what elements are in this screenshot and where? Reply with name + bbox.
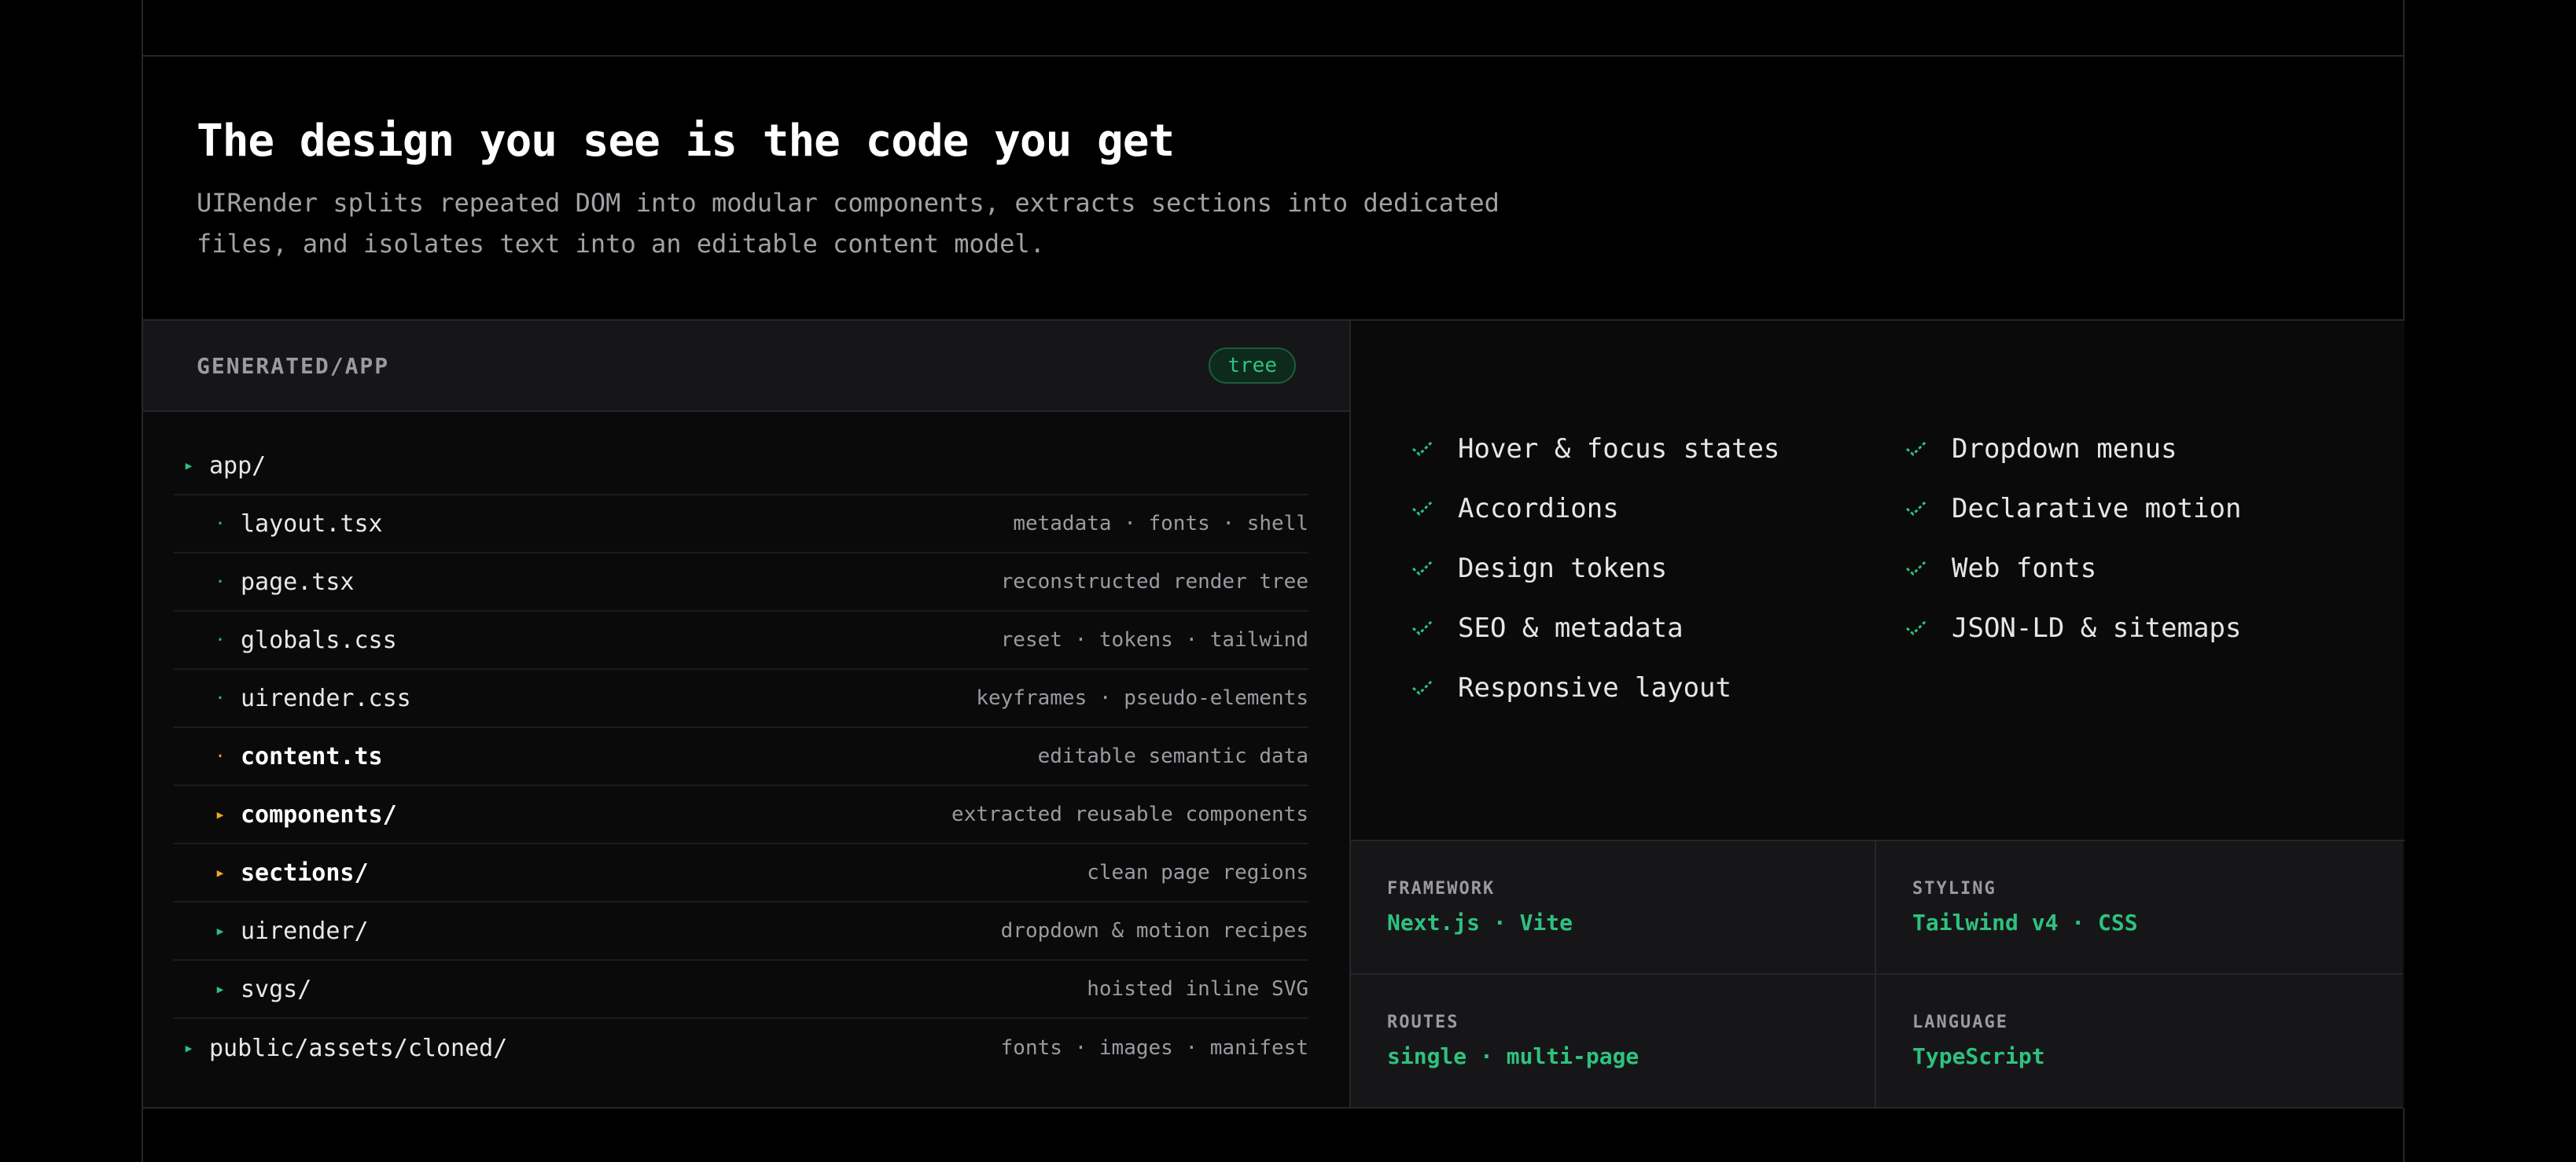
- feature-item: Accordions: [1411, 491, 1904, 527]
- feature-item: Web fonts: [1904, 550, 2345, 587]
- tree-row-description: clean page regions: [1087, 861, 1308, 884]
- tree-row-description: extracted reusable components: [951, 803, 1308, 826]
- feature-item: Dropdown menus: [1904, 431, 2345, 467]
- tree-row-description: dropdown & motion recipes: [1000, 919, 1308, 943]
- spec-cell-framework: FRAMEWORK Next.js · Vite: [1351, 841, 1876, 975]
- spec-key: LANGUAGE: [1912, 1013, 2008, 1032]
- file-dot-icon: ·: [215, 513, 226, 534]
- tree-row-name: layout.tsx: [241, 509, 383, 538]
- file-tree-header: GENERATED/APP tree: [143, 321, 1349, 412]
- tree-row-description: fonts · images · manifest: [1000, 1036, 1308, 1060]
- page-title: The design you see is the code you get: [197, 116, 1175, 167]
- tree-row[interactable]: ▸ components/extracted reusable component…: [173, 786, 1308, 844]
- tree-row[interactable]: · layout.tsx metadata · fonts · shell: [173, 495, 1308, 553]
- check-icon: [1904, 613, 1952, 643]
- tree-badge: tree: [1209, 347, 1296, 384]
- feature-label: Responsive layout: [1458, 672, 1731, 704]
- tree-row[interactable]: ▸ app/: [173, 437, 1308, 495]
- tree-row-description: keyframes · pseudo-elements: [976, 686, 1308, 710]
- folder-caret-icon: ▸: [215, 804, 226, 825]
- tree-row[interactable]: · globals.css reset · tokens · tailwind: [173, 612, 1308, 670]
- folder-caret-icon: ▸: [215, 862, 226, 883]
- tree-row-name: public/assets/cloned/: [209, 1034, 508, 1062]
- tree-row-name: page.tsx: [241, 568, 355, 596]
- tree-row[interactable]: ▸ svgs/hoisted inline SVG: [173, 961, 1308, 1019]
- file-dot-icon: ·: [215, 630, 226, 650]
- file-dot-icon: ·: [215, 572, 226, 592]
- feature-item: Responsive layout: [1411, 670, 1904, 706]
- spec-value: TypeScript: [1912, 1043, 2045, 1069]
- feature-label: Dropdown menus: [1952, 433, 2177, 465]
- feature-item: Hover & focus states: [1411, 431, 1904, 467]
- tree-row-name: components/: [241, 800, 397, 829]
- tree-row-name: content.ts: [241, 742, 383, 770]
- tree-row[interactable]: · uirender.css keyframes · pseudo-elements: [173, 670, 1308, 728]
- check-icon: [1411, 553, 1458, 583]
- file-dot-icon: ·: [215, 746, 226, 767]
- check-icon: [1411, 613, 1458, 643]
- spec-value: Tailwind v4 · CSS: [1912, 910, 2138, 936]
- spec-cell-routes: ROUTES single · multi-page: [1351, 975, 1876, 1109]
- tree-row[interactable]: ▸ uirender/dropdown & motion recipes: [173, 903, 1308, 961]
- feature-label: JSON-LD & sitemaps: [1952, 612, 2242, 644]
- spec-grid: FRAMEWORK Next.js · Vite STYLING Tailwind v…: [1351, 840, 2405, 1109]
- tree-row-description: editable semantic data: [1037, 745, 1308, 768]
- feature-label: Web fonts: [1952, 553, 2097, 584]
- spec-key: FRAMEWORK: [1387, 879, 1496, 899]
- page-subtitle: UIRender splits repeated DOM into modula…: [197, 188, 1500, 259]
- tree-row-name: app/: [209, 451, 267, 480]
- tree-row[interactable]: ▸ sections/clean page regions: [173, 844, 1308, 903]
- tree-row[interactable]: ▸ public/assets/cloned/fonts · images · m…: [173, 1019, 1308, 1077]
- feature-item: JSON-LD & sitemaps: [1904, 610, 2345, 646]
- tree-row-name: uirender/: [241, 917, 369, 945]
- feature-label: Declarative motion: [1952, 493, 2242, 524]
- tree-row-name: globals.css: [241, 626, 397, 654]
- feature-label: Design tokens: [1458, 553, 1668, 584]
- spec-key: STYLING: [1912, 879, 1996, 899]
- tree-row-description: metadata · fonts · shell: [1013, 512, 1308, 535]
- check-icon: [1411, 673, 1458, 703]
- page-frame: The design you see is the code you get U…: [142, 0, 2405, 1162]
- spec-value: single · multi-page: [1387, 1043, 1639, 1069]
- check-icon: [1904, 553, 1952, 583]
- tree-row-description: reconstructed render tree: [1000, 570, 1308, 594]
- check-icon: [1411, 494, 1458, 524]
- feature-item: Design tokens: [1411, 550, 1904, 587]
- check-icon: [1904, 494, 1952, 524]
- feature-item: SEO & metadata: [1411, 610, 1904, 646]
- tree-row-description: reset · tokens · tailwind: [1000, 628, 1308, 652]
- tree-row-name: uirender.css: [241, 684, 411, 712]
- file-tree: ▸ app/ · layout.tsx metadata · fonts · shell…: [143, 412, 1349, 1077]
- divider-top: [143, 55, 2403, 57]
- tree-row[interactable]: · content.ts editable semantic data: [173, 728, 1308, 786]
- spec-key: ROUTES: [1387, 1013, 1459, 1032]
- spec-cell-language: LANGUAGE TypeScript: [1876, 975, 2403, 1109]
- feature-label: SEO & metadata: [1458, 612, 1684, 644]
- divider-bottom: [143, 1107, 2403, 1109]
- folder-caret-icon: ▸: [183, 455, 194, 476]
- folder-caret-icon: ▸: [215, 921, 226, 941]
- folder-caret-icon: ▸: [215, 979, 226, 999]
- tree-row-name: svgs/: [241, 975, 312, 1003]
- folder-caret-icon: ▸: [183, 1038, 194, 1058]
- feature-label: Accordions: [1458, 493, 1619, 524]
- spec-cell-styling: STYLING Tailwind v4 · CSS: [1876, 841, 2403, 975]
- feature-item: Declarative motion: [1904, 491, 2345, 527]
- features-panel: Hover & focus states Dropdown menus Accord…: [1351, 321, 2405, 1109]
- hero-section: The design you see is the code you get U…: [197, 110, 1769, 264]
- file-tree-label: GENERATED/APP: [197, 352, 390, 379]
- check-icon: [1904, 434, 1952, 464]
- file-dot-icon: ·: [215, 688, 226, 708]
- tree-row-name: sections/: [241, 859, 369, 887]
- spec-value: Next.js · Vite: [1387, 910, 1573, 936]
- check-icon: [1411, 434, 1458, 464]
- feature-list: Hover & focus states Dropdown menus Accord…: [1411, 431, 2354, 706]
- tree-row[interactable]: · page.tsx reconstructed render tree: [173, 553, 1308, 612]
- file-tree-panel: GENERATED/APP tree ▸ app/ · layout.tsx metad…: [143, 321, 1351, 1109]
- feature-label: Hover & focus states: [1458, 433, 1780, 465]
- tree-row-description: hoisted inline SVG: [1087, 977, 1308, 1001]
